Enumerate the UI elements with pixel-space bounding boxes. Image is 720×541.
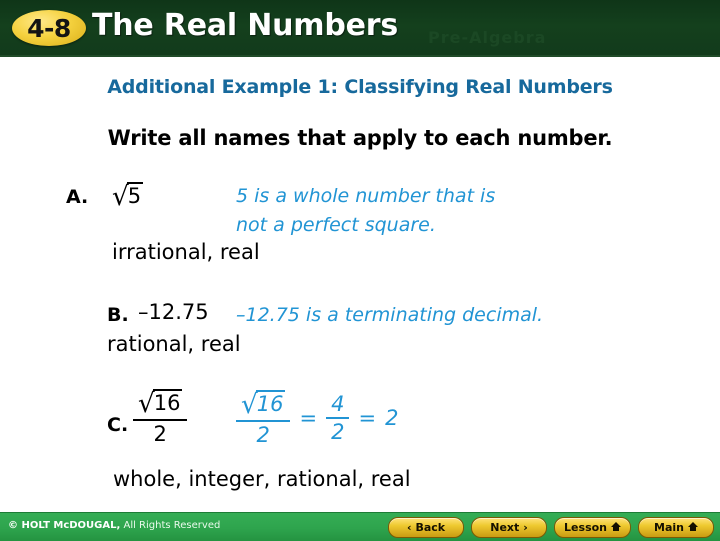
item-b-expression: –12.75 — [138, 300, 209, 324]
fraction-c-numerator: √16 — [133, 389, 187, 418]
radical-a-radicand: 5 — [126, 182, 144, 208]
instruction-text: Write all names that apply to each numbe… — [107, 126, 613, 150]
chevron-right-icon: › — [523, 521, 528, 534]
home-icon — [611, 522, 621, 533]
main-button-label: Main — [654, 521, 684, 534]
copyright-rest: All Rights Reserved — [120, 520, 221, 531]
lesson-button-label: Lesson — [564, 521, 607, 534]
item-c-expression: √16 2 — [133, 389, 188, 447]
main-button[interactable]: Main — [638, 517, 714, 538]
equation-fraction-2: 4 2 — [326, 392, 350, 445]
item-a-note-line1: 5 is a whole number that is — [236, 185, 496, 207]
item-c-equation: √16 2 = 4 2 = 2 — [236, 390, 398, 446]
equation-fraction-1: √16 2 — [236, 390, 291, 448]
example-subtitle: Additional Example 1: Classifying Real N… — [107, 76, 613, 98]
item-b-answer: rational, real — [107, 332, 241, 356]
equation-fraction-1-bar — [236, 420, 291, 423]
item-b-letter: B. — [107, 304, 129, 326]
radical-a: √5 — [112, 182, 144, 210]
radical-c: √16 — [138, 389, 183, 417]
back-button[interactable]: ‹ Back — [388, 517, 465, 538]
item-a-answer: irrational, real — [112, 240, 260, 264]
equation-fraction-2-bar — [326, 417, 350, 420]
fraction-c: √16 2 — [133, 389, 188, 447]
chevron-left-icon: ‹ — [406, 521, 412, 534]
page-title: The Real Numbers — [92, 8, 399, 43]
equation-fraction-2-numerator: 4 — [331, 392, 345, 417]
item-c-letter: C. — [107, 414, 129, 436]
lesson-number-text: 4-8 — [27, 13, 71, 43]
fraction-c-denominator: 2 — [153, 422, 167, 447]
slide-root: Pre-Algebra 4-8 The Real Numbers Additio… — [0, 0, 720, 541]
item-a-note-line2: not a perfect square. — [236, 214, 436, 236]
lesson-button[interactable]: Lesson — [554, 517, 631, 538]
item-b-note-line1: –12.75 is a terminating decimal. — [236, 304, 544, 326]
equation-operator-1: = — [299, 406, 318, 431]
lesson-number-badge: 4-8 — [12, 10, 86, 46]
item-a-letter: A. — [66, 186, 89, 208]
radical-c-radicand: 16 — [152, 389, 183, 415]
header-divider — [0, 55, 720, 57]
item-a-expression: √5 — [112, 182, 144, 210]
next-button[interactable]: Next › — [471, 517, 548, 538]
footer-nav-buttons: ‹ Back Next › Lesson Main — [388, 517, 714, 538]
home-icon — [687, 522, 698, 533]
item-c-answer: whole, integer, rational, real — [113, 467, 411, 491]
copyright-brand: © HOLT McDOUGAL, — [8, 520, 121, 531]
equation-result: 2 — [385, 406, 399, 431]
copyright-text: © HOLT McDOUGAL, All Rights Reserved — [8, 520, 220, 531]
next-button-label: Next — [490, 521, 520, 534]
slide-footer: © HOLT McDOUGAL, All Rights Reserved ‹ B… — [0, 512, 720, 541]
radical-c-blue-radicand: 16 — [255, 390, 286, 416]
slide-header: Pre-Algebra 4-8 The Real Numbers — [0, 0, 720, 57]
header-watermark: Pre-Algebra — [428, 28, 547, 47]
equation-fraction-1-denominator: 2 — [256, 423, 270, 448]
equation-operator-2: = — [358, 406, 377, 431]
back-button-label: Back — [415, 521, 446, 534]
fraction-c-bar — [133, 419, 188, 422]
equation-fraction-1-numerator: √16 — [236, 390, 290, 419]
radical-c-blue: √16 — [241, 390, 286, 418]
equation-fraction-2-denominator: 2 — [331, 420, 345, 445]
